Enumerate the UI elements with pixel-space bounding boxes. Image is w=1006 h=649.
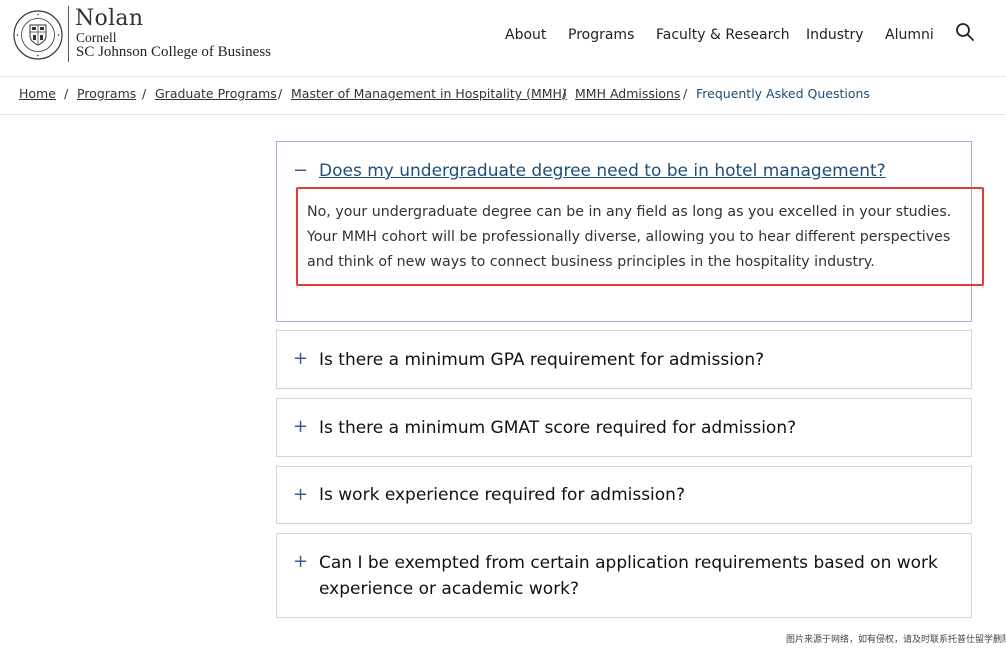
faq-question-line[interactable]: experience or academic work? (319, 576, 939, 602)
faq-item-work-experience[interactable]: + Is work experience required for admiss… (276, 466, 972, 524)
faq-question-line[interactable]: Can I be exempted from certain applicati… (319, 550, 939, 576)
breadcrumb-current: Frequently Asked Questions (696, 86, 870, 101)
breadcrumb-divider (0, 114, 1006, 115)
logo-divider (68, 6, 69, 62)
breadcrumb-home[interactable]: Home (19, 85, 56, 103)
nav-programs[interactable]: Programs (568, 25, 634, 45)
breadcrumb-separator: / (142, 86, 147, 101)
logo-nolan[interactable]: Nolan (75, 7, 143, 31)
minus-icon[interactable]: − (293, 161, 308, 181)
plus-icon[interactable]: + (293, 417, 308, 437)
logo-cornell[interactable]: Cornell (76, 31, 117, 45)
breadcrumb-separator: / (562, 86, 567, 101)
breadcrumb-graduate-programs[interactable]: Graduate Programs (155, 85, 277, 103)
logo-school-name[interactable]: SC Johnson College of Business (76, 44, 271, 60)
faq-question[interactable]: Does my undergraduate degree need to be … (319, 158, 939, 184)
annotation-highlight-box (296, 187, 984, 286)
nav-faculty-research[interactable]: Faculty & Research (656, 25, 790, 45)
watermark-text: 图片来源于网络，如有侵权，请及时联系托普仕留学删除 (786, 635, 1006, 645)
plus-icon[interactable]: + (293, 552, 308, 572)
nav-alumni[interactable]: Alumni (885, 25, 934, 45)
plus-icon[interactable]: + (293, 349, 308, 369)
cornell-seal-logo[interactable] (13, 10, 63, 60)
breadcrumb-mmh-admissions[interactable]: MMH Admissions (575, 85, 680, 103)
faq-question[interactable]: Is work experience required for admissio… (319, 482, 939, 508)
faq-item-gmat[interactable]: + Is there a minimum GMAT score required… (276, 398, 972, 457)
nav-about[interactable]: About (505, 25, 546, 45)
breadcrumb-mmh[interactable]: Master of Management in Hospitality (MMH… (291, 85, 567, 103)
site-header: Nolan Cornell SC Johnson College of Busi… (0, 0, 1006, 77)
nav-industry[interactable]: Industry (806, 25, 864, 45)
faq-item-gpa[interactable]: + Is there a minimum GPA requirement for… (276, 330, 972, 389)
breadcrumb-separator: / (278, 86, 283, 101)
breadcrumb-programs[interactable]: Programs (77, 85, 136, 103)
search-icon[interactable] (955, 22, 975, 42)
plus-icon[interactable]: + (293, 485, 308, 505)
faq-question[interactable]: Is there a minimum GPA requirement for a… (319, 347, 939, 373)
breadcrumb-separator: / (64, 86, 69, 101)
breadcrumb-separator: / (683, 86, 688, 101)
faq-item-exemption[interactable]: + Can I be exempted from certain applica… (276, 533, 972, 618)
faq-question[interactable]: Is there a minimum GMAT score required f… (319, 415, 939, 441)
